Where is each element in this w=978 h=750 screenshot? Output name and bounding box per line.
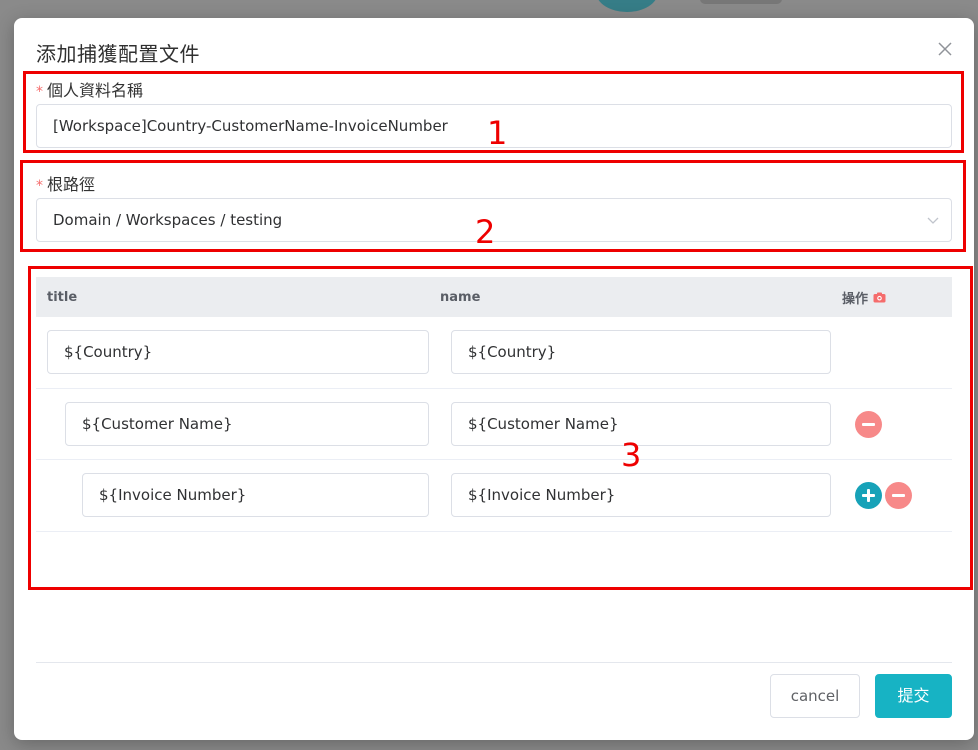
close-icon — [938, 42, 952, 56]
annotation-number-3: 3 — [621, 436, 642, 474]
annotation-number-1: 1 — [487, 114, 508, 152]
annotation-number-2: 2 — [475, 213, 496, 251]
background-avatar — [596, 0, 658, 12]
close-button[interactable] — [934, 38, 956, 60]
footer-divider — [36, 662, 952, 663]
background-bar — [700, 0, 782, 4]
cancel-button[interactable]: cancel — [770, 674, 860, 718]
dialog-title: 添加捕獲配置文件 — [36, 42, 200, 66]
annotation-box-3 — [28, 266, 973, 590]
submit-button[interactable]: 提交 — [875, 674, 952, 718]
